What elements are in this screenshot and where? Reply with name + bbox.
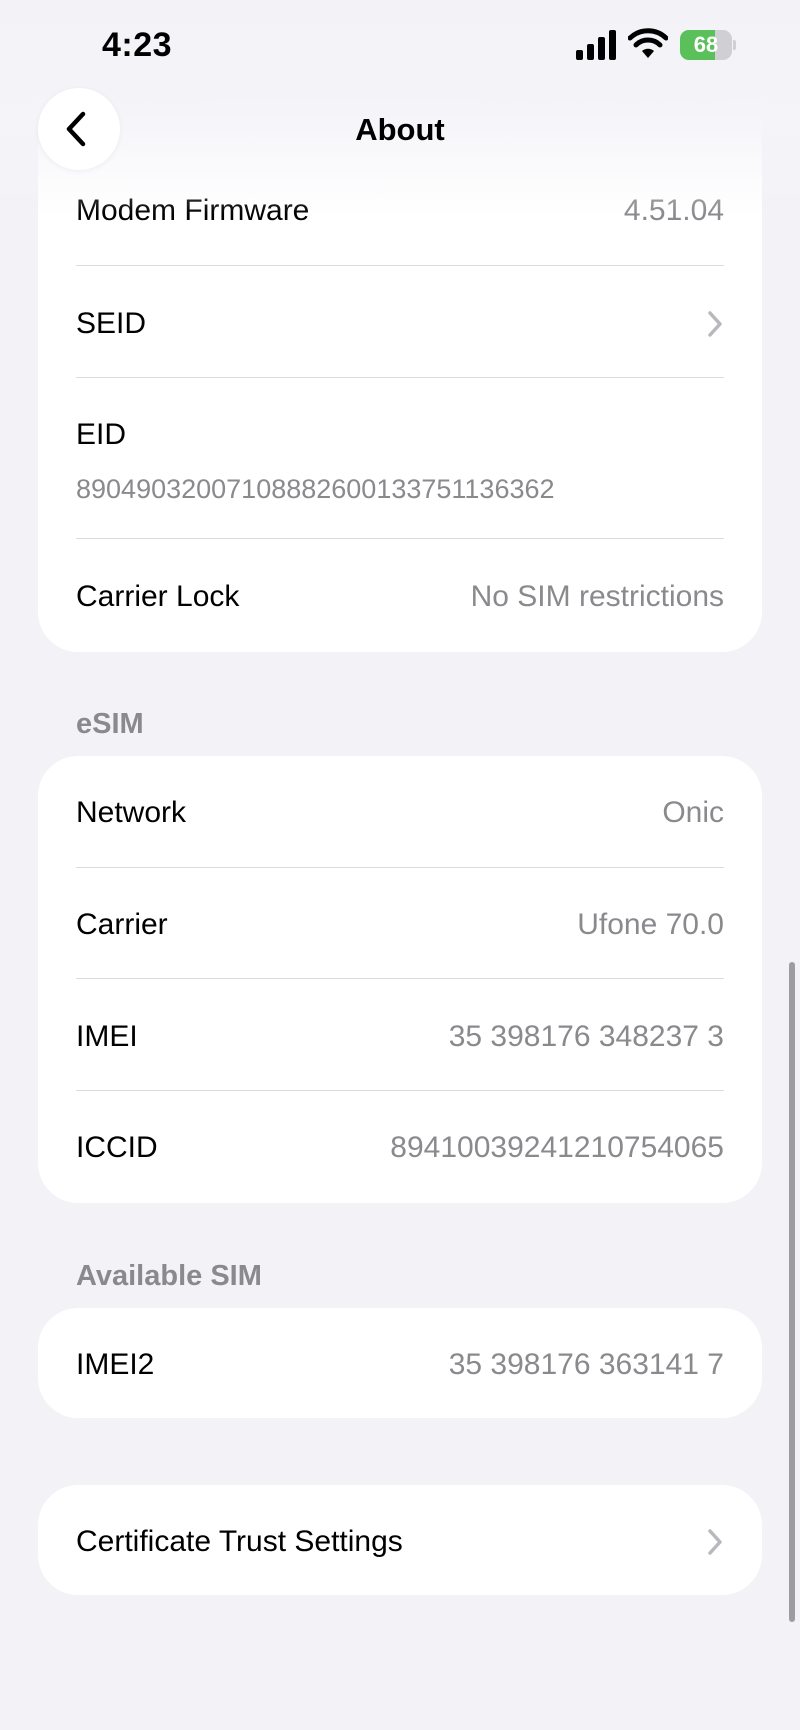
carrier-lock-row: Carrier Lock No SIM restrictions [76, 580, 724, 620]
imei2-label: IMEI2 [76, 1348, 155, 1381]
chevron-right-icon [708, 1529, 722, 1555]
divider [76, 867, 724, 868]
scroll-indicator[interactable] [789, 962, 795, 1622]
status-time: 4:23 [102, 26, 173, 64]
carrier-row: Carrier Ufone 70.0 [76, 908, 724, 948]
page-title: About [355, 112, 445, 147]
available-sim-card: IMEI2 35 398176 363141 7 [38, 1308, 762, 1418]
divider [76, 1090, 724, 1091]
eid-value: 89049032007108882600133751136362 [76, 474, 555, 504]
carrier-lock-label: Carrier Lock [76, 580, 240, 613]
certificate-trust-settings-card[interactable]: Certificate Trust Settings [38, 1485, 762, 1595]
iccid-value: 8941003924121075406​5 [390, 1131, 724, 1164]
iccid-label: ICCID [76, 1131, 158, 1164]
divider [76, 978, 724, 979]
iccid-row: ICCID 8941003924121075406​5 [76, 1131, 724, 1171]
divider [76, 538, 724, 539]
signal-icon [576, 30, 618, 60]
modem-firmware-value: 4.51.04 [623, 194, 724, 227]
imei-label: IMEI [76, 1020, 138, 1053]
chevron-right-icon [708, 311, 722, 337]
certificate-trust-settings-row[interactable]: Certificate Trust Settings [76, 1525, 724, 1565]
carrier-label: Carrier [76, 908, 168, 941]
divider [76, 265, 724, 266]
battery-icon: 68 [680, 30, 736, 60]
battery-percentage: 68 [693, 32, 719, 57]
imei-value: 35 398176 348237 3 [448, 1020, 724, 1053]
wifi-icon [627, 28, 669, 60]
modem-firmware-label: Modem Firmware [76, 194, 310, 227]
certificate-trust-settings-label: Certificate Trust Settings [76, 1525, 403, 1558]
seid-label: SEID [76, 307, 147, 340]
esim-section-header: eSIM [76, 708, 144, 740]
status-bar: 4:23 68 [0, 0, 800, 96]
modem-firmware-row: Modem Firmware 4.51.04 [76, 194, 724, 234]
esim-card: Network Onic Carrier Ufone 70.0 IMEI 35 … [38, 756, 762, 1203]
network-value: Onic [662, 796, 724, 829]
carrier-lock-value: No SIM restrictions [470, 580, 724, 613]
imei2-value: 35 398176 363141 7 [448, 1348, 724, 1381]
imei-row: IMEI 35 398176 348237 3 [76, 1020, 724, 1060]
available-sim-section-header: Available SIM [76, 1260, 262, 1292]
imei2-row: IMEI2 35 398176 363141 7 [76, 1348, 724, 1388]
carrier-value: Ufone 70.0 [577, 908, 724, 941]
eid-row: EID 89049032007108882600133751136362 [76, 418, 724, 518]
divider [76, 377, 724, 378]
network-label: Network [76, 796, 187, 829]
seid-row[interactable]: SEID [76, 307, 724, 347]
network-row: Network Onic [76, 796, 724, 836]
eid-label: EID [76, 418, 127, 451]
device-info-card: Modem Firmware 4.51.04 SEID EID 89049032… [38, 100, 762, 652]
